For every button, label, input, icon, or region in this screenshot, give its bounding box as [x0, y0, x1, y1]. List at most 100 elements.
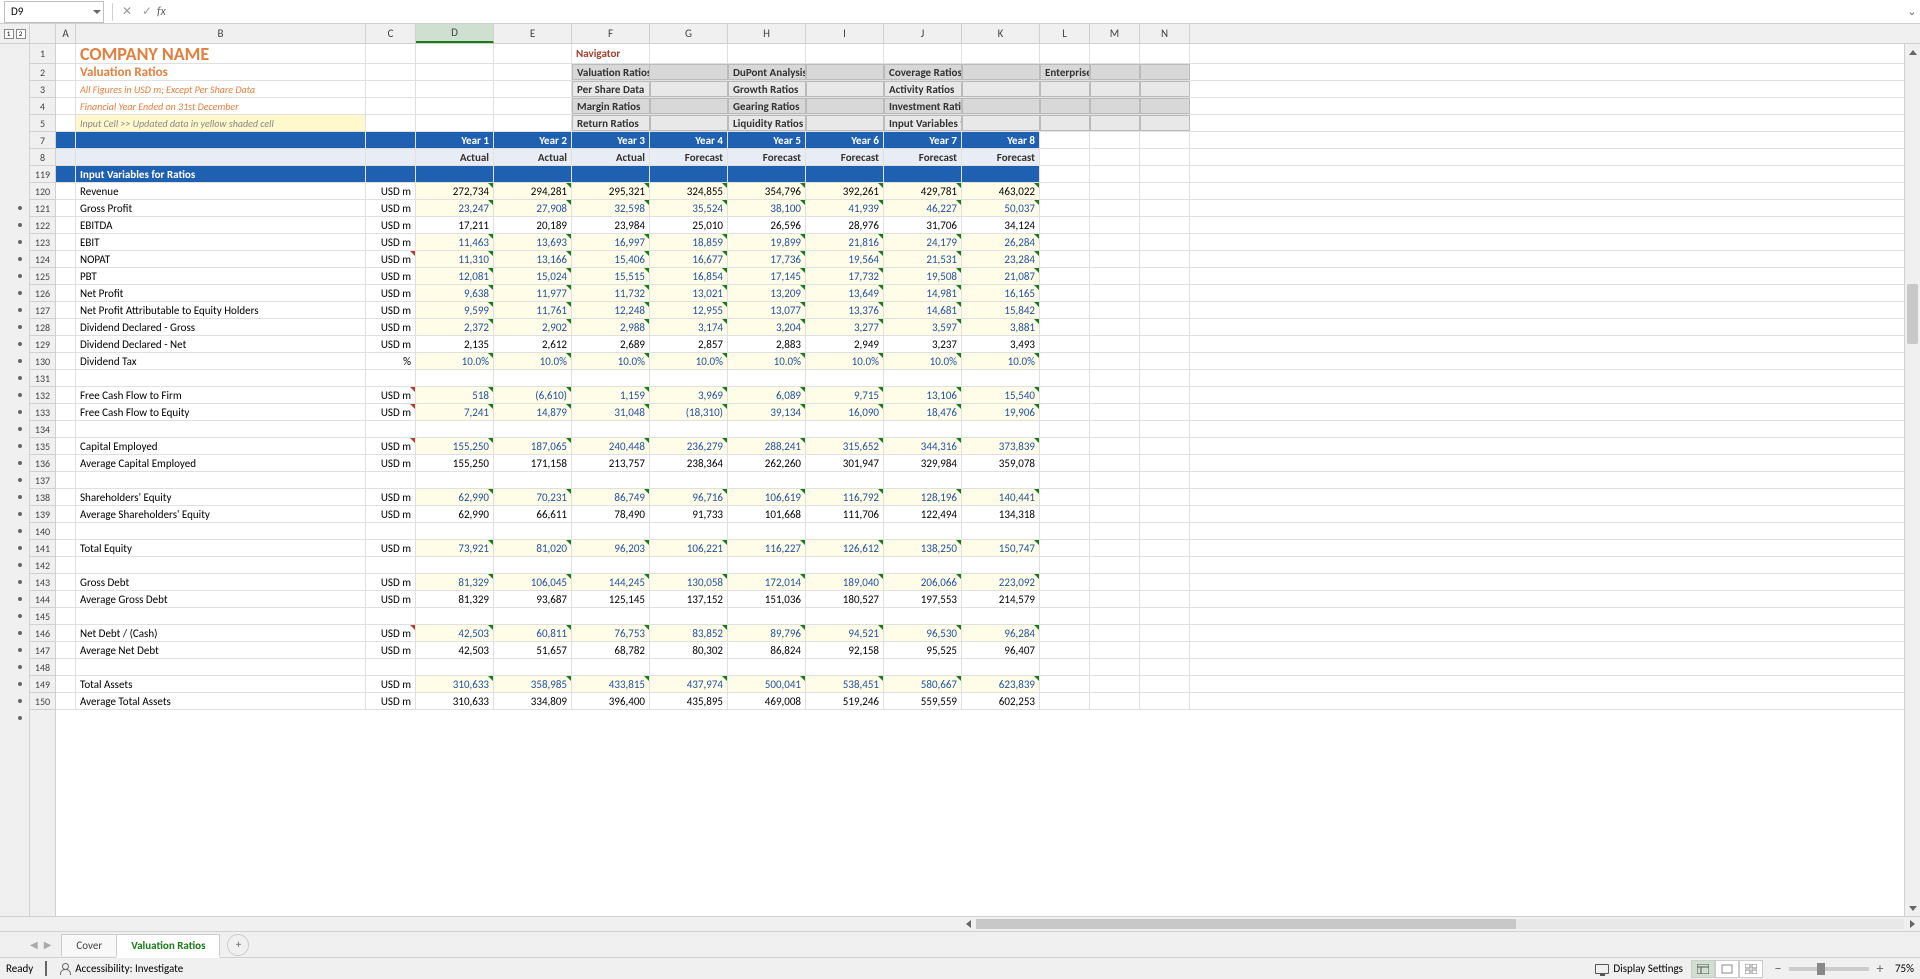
- subheader[interactable]: Forecast: [962, 149, 1040, 165]
- cell[interactable]: [56, 472, 76, 488]
- cell[interactable]: [1090, 608, 1140, 624]
- data-cell[interactable]: 2,612: [494, 336, 572, 352]
- add-sheet-button[interactable]: +: [227, 934, 249, 956]
- data-cell[interactable]: 155,250: [416, 455, 494, 471]
- cell[interactable]: [1090, 251, 1140, 267]
- row-header-147[interactable]: 147: [30, 642, 55, 659]
- data-cell[interactable]: 20,189: [494, 217, 572, 233]
- data-cell[interactable]: 10.0%: [728, 353, 806, 369]
- row-label[interactable]: Net Profit: [76, 285, 366, 301]
- cell[interactable]: [56, 217, 76, 233]
- nav-link[interactable]: [806, 81, 884, 97]
- cell[interactable]: [56, 44, 76, 63]
- cell[interactable]: [56, 268, 76, 284]
- year-header[interactable]: Year 6: [806, 132, 884, 148]
- data-cell[interactable]: 66,611: [494, 506, 572, 522]
- cell[interactable]: [56, 523, 76, 539]
- row-label[interactable]: Dividend Tax: [76, 353, 366, 369]
- section-band[interactable]: Input Variables for Ratios: [76, 166, 366, 182]
- row-unit[interactable]: [366, 421, 416, 437]
- row-header-128[interactable]: 128: [30, 319, 55, 336]
- row-label[interactable]: [76, 659, 366, 675]
- cell[interactable]: [1040, 217, 1090, 233]
- cell[interactable]: [416, 472, 494, 488]
- data-cell[interactable]: 73,921: [416, 540, 494, 556]
- row-label[interactable]: Average Total Assets: [76, 693, 366, 709]
- row-unit[interactable]: USD m: [366, 676, 416, 692]
- row-unit[interactable]: [366, 523, 416, 539]
- cell[interactable]: [806, 659, 884, 675]
- row-unit[interactable]: USD m: [366, 625, 416, 641]
- meta-figures[interactable]: All Figures in USD m; Except Per Share D…: [76, 81, 366, 97]
- cell[interactable]: [1040, 472, 1090, 488]
- data-cell[interactable]: 187,065: [494, 438, 572, 454]
- row-header-135[interactable]: 135: [30, 438, 55, 455]
- cell[interactable]: [366, 44, 416, 63]
- cell[interactable]: [1040, 574, 1090, 590]
- row-unit[interactable]: [366, 472, 416, 488]
- cell[interactable]: [494, 44, 572, 63]
- cell[interactable]: [1140, 132, 1190, 148]
- data-cell[interactable]: 310,633: [416, 693, 494, 709]
- data-cell[interactable]: 76,753: [572, 625, 650, 641]
- cell[interactable]: [1040, 336, 1090, 352]
- year-header[interactable]: Year 5: [728, 132, 806, 148]
- row-header-132[interactable]: 132: [30, 387, 55, 404]
- row-header-120[interactable]: 120: [30, 183, 55, 200]
- data-cell[interactable]: 28,976: [806, 217, 884, 233]
- outline-dot[interactable]: [18, 376, 22, 380]
- data-cell[interactable]: 16,090: [806, 404, 884, 420]
- cell[interactable]: [806, 523, 884, 539]
- cell[interactable]: [416, 166, 494, 182]
- cell[interactable]: [1090, 506, 1140, 522]
- data-cell[interactable]: 78,490: [572, 506, 650, 522]
- data-cell[interactable]: 18,476: [884, 404, 962, 420]
- row-label[interactable]: PBT: [76, 268, 366, 284]
- cell[interactable]: [494, 115, 572, 131]
- cell[interactable]: [1140, 472, 1190, 488]
- data-cell[interactable]: 500,041: [728, 676, 806, 692]
- cell[interactable]: [1140, 659, 1190, 675]
- cell[interactable]: [962, 557, 1040, 573]
- cell[interactable]: [650, 557, 728, 573]
- row-header-141[interactable]: 141: [30, 540, 55, 557]
- cell[interactable]: [1040, 200, 1090, 216]
- cell[interactable]: [1140, 285, 1190, 301]
- nav-link[interactable]: Input Variables for Ratios: [884, 115, 962, 131]
- nav-link[interactable]: Growth Ratios: [728, 81, 806, 97]
- data-cell[interactable]: 11,977: [494, 285, 572, 301]
- data-cell[interactable]: 437,974: [650, 676, 728, 692]
- data-cell[interactable]: 96,716: [650, 489, 728, 505]
- row-header-126[interactable]: 126: [30, 285, 55, 302]
- cell[interactable]: [728, 166, 806, 182]
- cell[interactable]: [416, 608, 494, 624]
- cell[interactable]: [1040, 404, 1090, 420]
- data-cell[interactable]: 21,816: [806, 234, 884, 250]
- data-cell[interactable]: 433,815: [572, 676, 650, 692]
- data-cell[interactable]: 116,227: [728, 540, 806, 556]
- zoom-handle[interactable]: [1817, 963, 1825, 975]
- row-label[interactable]: NOPAT: [76, 251, 366, 267]
- row-header-139[interactable]: 139: [30, 506, 55, 523]
- cell[interactable]: [806, 421, 884, 437]
- cell[interactable]: [1090, 234, 1140, 250]
- cell[interactable]: [56, 455, 76, 471]
- outline-dot[interactable]: [18, 529, 22, 533]
- row-label[interactable]: Free Cash Flow to Firm: [76, 387, 366, 403]
- nav-link[interactable]: DuPont Analysis: [728, 64, 806, 80]
- outline-dot[interactable]: [18, 257, 22, 261]
- data-cell[interactable]: 13,649: [806, 285, 884, 301]
- cell[interactable]: [728, 44, 806, 63]
- data-cell[interactable]: (6,610): [494, 387, 572, 403]
- data-cell[interactable]: 10.0%: [650, 353, 728, 369]
- cell[interactable]: [572, 370, 650, 386]
- sheet-nav-next-icon[interactable]: ▶: [44, 938, 52, 951]
- cell[interactable]: [1040, 676, 1090, 692]
- row-header-127[interactable]: 127: [30, 302, 55, 319]
- outline-dot[interactable]: [18, 291, 22, 295]
- row-label[interactable]: Gross Profit: [76, 200, 366, 216]
- cell[interactable]: [1040, 642, 1090, 658]
- row-unit[interactable]: [366, 659, 416, 675]
- cell[interactable]: [1140, 693, 1190, 709]
- data-cell[interactable]: 91,733: [650, 506, 728, 522]
